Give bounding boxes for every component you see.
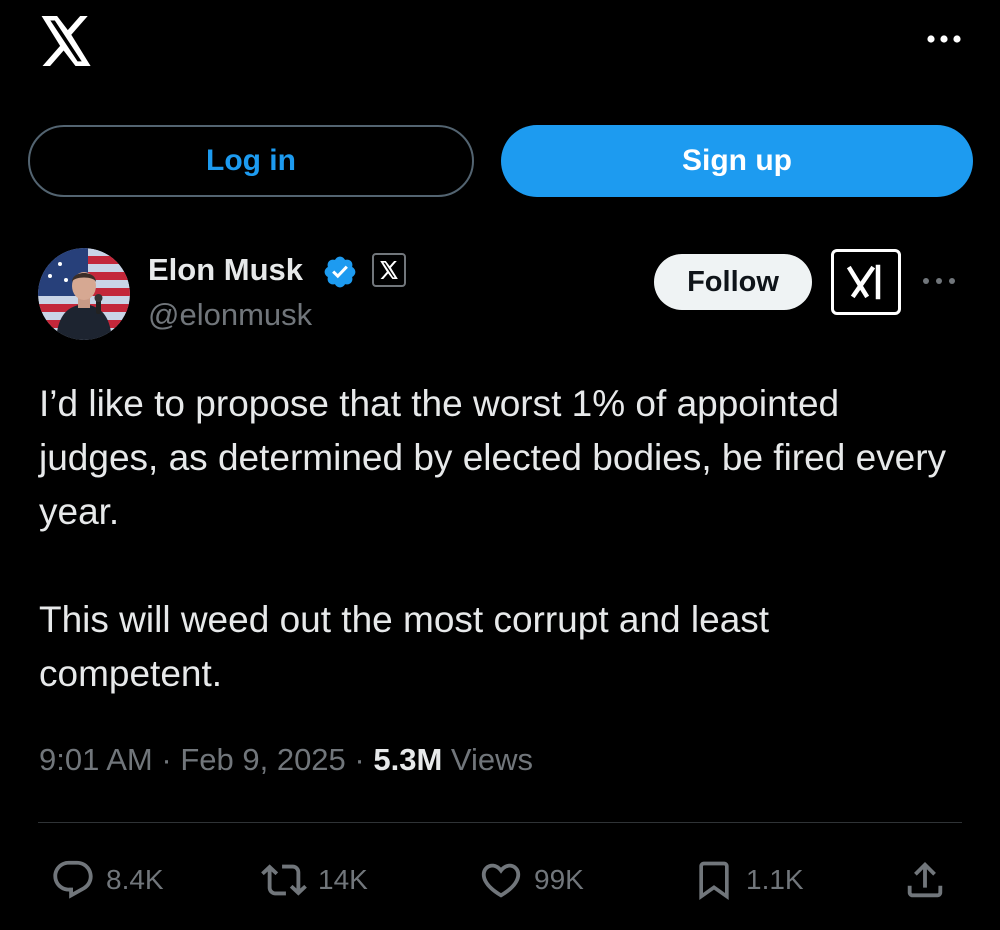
heart-icon [481,863,521,898]
top-bar [0,0,1000,90]
x-logo-icon[interactable] [38,16,94,66]
share-icon [907,861,943,898]
tweet-date[interactable]: Feb 9, 2025 [180,742,345,777]
like-button[interactable]: 99K [478,845,584,915]
author-handle[interactable]: @elonmusk [148,297,312,333]
xai-grok-icon[interactable] [831,249,901,315]
repost-count: 14K [318,864,368,895]
reply-count: 8.4K [106,864,164,895]
avatar[interactable] [38,248,130,340]
bookmark-count: 1.1K [746,864,804,895]
like-count: 99K [534,864,584,895]
more-horizontal-icon[interactable] [924,24,964,54]
share-button[interactable] [902,845,948,915]
divider [38,822,962,823]
tweet-time[interactable]: 9:01 AM [39,742,153,777]
tweet-meta: 9:01 AM · Feb 9, 2025 · 5.3M Views [39,742,533,778]
login-button[interactable]: Log in [28,125,474,197]
tweet-paragraph: I’d like to propose that the worst 1% of… [39,383,947,532]
follow-button[interactable]: Follow [654,254,812,310]
repost-icon [261,864,307,896]
tweet-more-icon[interactable] [920,268,958,294]
x-affiliate-icon[interactable] [372,253,406,287]
views-label: Views [450,742,534,777]
repost-button[interactable]: 14K [260,845,368,915]
signup-button[interactable]: Sign up [501,125,973,197]
action-bar: 8.4K 14K 99K 1.1K [0,845,1000,915]
reply-icon [53,860,93,899]
meta-separator: · [161,742,172,777]
bookmark-icon [699,861,729,901]
reply-button[interactable]: 8.4K [50,845,164,915]
bookmark-button[interactable]: 1.1K [692,845,804,915]
views-count: 5.3M [373,742,443,777]
tweet-paragraph: This will weed out the most corrupt and … [39,599,770,694]
meta-separator: · [354,742,365,777]
author-name[interactable]: Elon Musk [148,252,303,288]
auth-buttons: Log in Sign up [28,125,973,197]
tweet-text: I’d like to propose that the worst 1% of… [39,377,959,701]
verified-badge-icon [324,256,356,288]
